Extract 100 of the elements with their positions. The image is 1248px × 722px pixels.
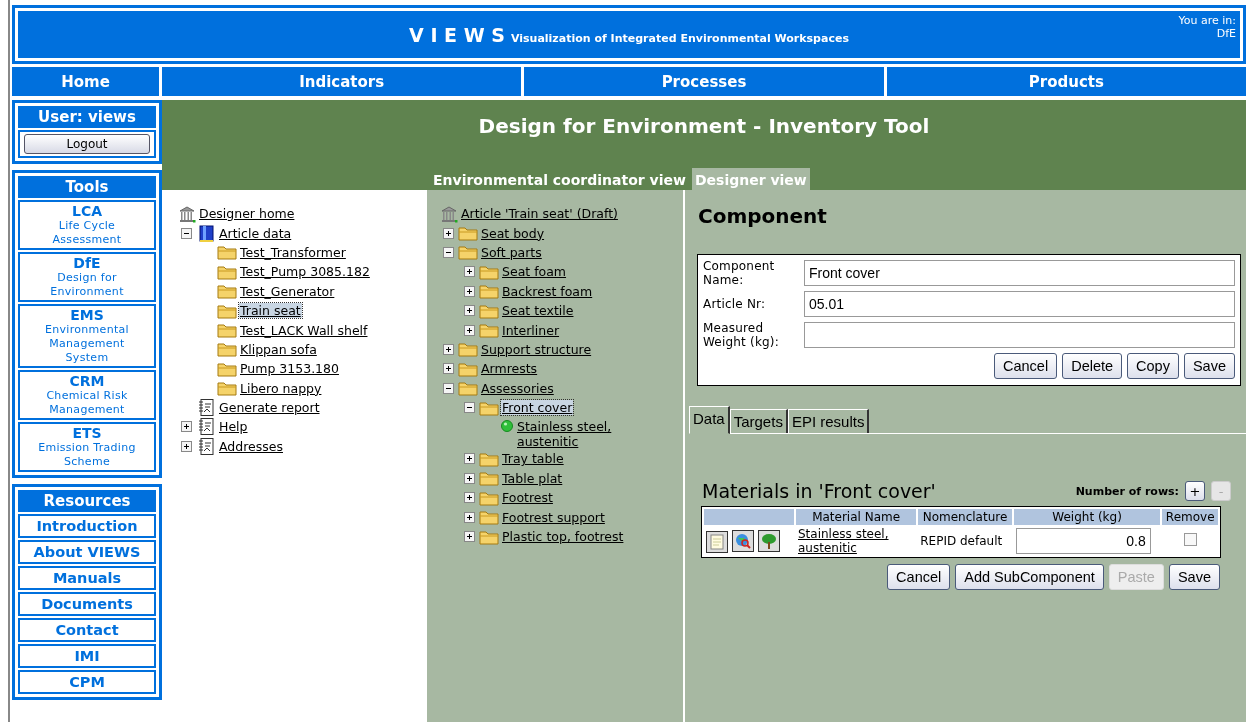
tree-item[interactable]: Train seat: [239, 303, 302, 319]
detail-tab[interactable]: Data: [689, 406, 730, 434]
tree-item[interactable]: Test_LACK Wall shelf: [239, 322, 369, 338]
tree-item[interactable]: Support structure: [480, 341, 593, 357]
expand-toggle[interactable]: [464, 266, 475, 278]
resource-link[interactable]: Contact: [18, 618, 156, 642]
tree-item[interactable]: Armrests: [480, 361, 539, 377]
tree-item[interactable]: Backrest foam: [501, 283, 594, 299]
tree-item[interactable]: Stainless steel, austenitic: [516, 419, 636, 450]
tree-root[interactable]: Designer home: [198, 206, 296, 222]
remove-checkbox[interactable]: [1183, 533, 1197, 546]
resource-link[interactable]: Introduction: [18, 514, 156, 538]
material-link[interactable]: Stainless steel, austenitic: [798, 527, 908, 555]
tree-item[interactable]: Front cover: [501, 400, 574, 416]
tree-item[interactable]: Plastic top, footrest: [501, 529, 625, 545]
view-tab[interactable]: Environmental coordinator view: [430, 168, 689, 190]
nav-link[interactable]: Indicators: [162, 67, 522, 96]
table-button[interactable]: Add SubComponent: [955, 564, 1104, 590]
folder-icon: [479, 509, 499, 526]
form-button[interactable]: Copy: [1127, 353, 1179, 379]
expand-toggle[interactable]: [464, 511, 475, 523]
tool-link[interactable]: EMS Environmental Management System: [18, 304, 156, 368]
tree-item[interactable]: Help: [218, 419, 249, 435]
nav-link[interactable]: Processes: [524, 67, 884, 96]
folder-icon: [217, 380, 237, 397]
expand-toggle[interactable]: [464, 324, 475, 336]
expand-toggle[interactable]: [464, 453, 475, 465]
detail-tab[interactable]: Targets: [729, 409, 788, 433]
input-field[interactable]: Front cover: [804, 260, 1235, 286]
globe-search-icon[interactable]: [732, 529, 754, 552]
resource-link[interactable]: About VIEWS: [18, 540, 156, 564]
expand-toggle[interactable]: [443, 227, 454, 239]
row-count-button[interactable]: +: [1185, 481, 1205, 501]
nav-link[interactable]: Home: [12, 67, 159, 96]
field-label: Component Name:: [703, 259, 776, 287]
column-header: Material Name: [796, 509, 917, 525]
resource-link[interactable]: Documents: [18, 592, 156, 616]
tree-item[interactable]: Interliner: [501, 322, 561, 338]
resource-link[interactable]: Manuals: [18, 566, 156, 590]
tree-root[interactable]: Article 'Train seat' (Draft): [460, 206, 619, 222]
tree-item[interactable]: Assessories: [480, 380, 555, 396]
table-button[interactable]: Save: [1168, 564, 1220, 590]
tool-link[interactable]: CRM Chemical Risk Management: [18, 370, 156, 420]
tree-item[interactable]: Table plat: [501, 470, 564, 486]
table-cell-text: REPID default: [919, 533, 1004, 550]
form-button[interactable]: Delete: [1062, 353, 1123, 379]
folder-icon: [458, 360, 478, 377]
folder-icon: [458, 341, 478, 358]
nav-link[interactable]: Products: [886, 67, 1246, 96]
expand-toggle[interactable]: [464, 305, 475, 317]
tree-item[interactable]: Seat textile: [501, 303, 575, 319]
expand-toggle[interactable]: [181, 421, 192, 433]
document-icon: [196, 417, 216, 437]
tree-item[interactable]: Tray table: [501, 451, 565, 467]
expand-toggle[interactable]: [464, 531, 475, 543]
field-label: Measured Weight (kg):: [703, 321, 780, 349]
tree-item[interactable]: Seat foam: [501, 264, 568, 280]
tree-item[interactable]: Test_Generator: [239, 283, 336, 299]
tool-link[interactable]: ETS Emission Trading Scheme: [18, 422, 156, 472]
expand-toggle[interactable]: [181, 440, 192, 452]
tree-item[interactable]: Test_Transformer: [239, 244, 347, 260]
resource-link[interactable]: CPM: [18, 670, 156, 694]
tree-item[interactable]: Article data: [218, 225, 293, 241]
expand-toggle[interactable]: [443, 363, 454, 375]
table-button[interactable]: Cancel: [887, 564, 951, 590]
tree-item[interactable]: Footrest: [501, 490, 554, 506]
tool-abbr: DfE: [72, 255, 102, 271]
materials-title: Materials in 'Front cover': [702, 480, 936, 502]
tree-item[interactable]: Test_Pump 3085.182: [239, 264, 371, 280]
tree-item[interactable]: Pump 3153.180: [239, 361, 340, 377]
form-button[interactable]: Save: [1183, 353, 1235, 379]
form-button[interactable]: Cancel: [994, 353, 1058, 379]
document-icon[interactable]: [706, 530, 728, 553]
tree-item[interactable]: Addresses: [218, 438, 284, 454]
tree-item[interactable]: Seat body: [480, 225, 546, 241]
weight-field[interactable]: 0.8: [1015, 528, 1151, 554]
tree-icon[interactable]: [758, 529, 780, 552]
collapse-toggle[interactable]: [181, 227, 192, 239]
location-label: You are in:: [1178, 14, 1236, 27]
detail-tab[interactable]: EPI results: [787, 409, 870, 433]
tree-item[interactable]: Generate report: [218, 400, 321, 416]
tool-link[interactable]: DfE Design for Environment: [18, 252, 156, 302]
resource-link[interactable]: IMI: [18, 644, 156, 668]
expand-toggle[interactable]: [443, 343, 454, 355]
building-icon: [440, 204, 458, 223]
expand-toggle[interactable]: [464, 492, 475, 504]
input-field[interactable]: 05.01: [804, 291, 1235, 317]
field-label: Article Nr:: [703, 297, 767, 311]
collapse-toggle[interactable]: [443, 246, 454, 258]
tree-item[interactable]: Soft parts: [480, 244, 543, 260]
logout-button[interactable]: Logout: [24, 134, 150, 154]
collapse-toggle[interactable]: [443, 382, 454, 394]
expand-toggle[interactable]: [464, 472, 475, 484]
collapse-toggle[interactable]: [464, 402, 475, 414]
tool-link[interactable]: LCA Life Cycle Assessment: [18, 200, 156, 250]
input-field[interactable]: [804, 322, 1235, 348]
tree-item[interactable]: Klippan sofa: [239, 341, 318, 357]
tree-item[interactable]: Footrest support: [501, 509, 606, 525]
expand-toggle[interactable]: [464, 285, 475, 297]
tree-item[interactable]: Libero nappy: [239, 380, 323, 396]
